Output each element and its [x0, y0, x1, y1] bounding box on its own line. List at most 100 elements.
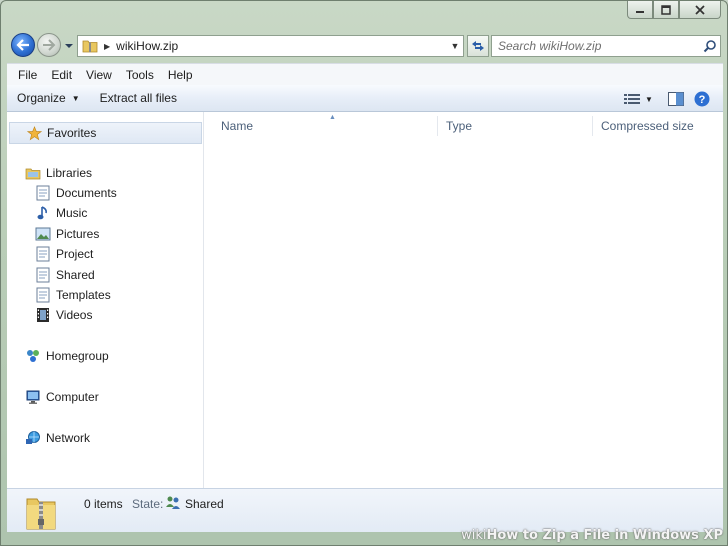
documents-icon: [35, 185, 51, 201]
search-input[interactable]: Search wikiHow.zip: [492, 39, 700, 53]
file-list: ▲ Name Type Compressed size: [205, 112, 723, 488]
column-type-label: Type: [446, 119, 473, 133]
menu-tools[interactable]: Tools: [119, 68, 161, 82]
organize-button[interactable]: Organize ▼: [7, 91, 90, 105]
shared-icon: [35, 267, 51, 283]
item-count: 0 items: [84, 497, 123, 511]
menu-file[interactable]: File: [11, 68, 44, 82]
state-value: Shared: [185, 497, 224, 511]
nav-pictures[interactable]: Pictures: [35, 224, 99, 244]
star-icon: [26, 125, 42, 141]
menu-help[interactable]: Help: [161, 68, 200, 82]
libraries-icon: [25, 165, 41, 181]
svg-text:?: ?: [699, 94, 706, 106]
nav-documents[interactable]: Documents: [35, 183, 117, 203]
nav-libraries[interactable]: Libraries: [25, 163, 92, 183]
menu-edit[interactable]: Edit: [44, 68, 79, 82]
nav-network[interactable]: Network: [25, 428, 90, 448]
explorer-window: ▶ wikiHow.zip ▼ Search wikiHow.zip File …: [0, 0, 728, 546]
preview-pane-icon: [668, 92, 684, 106]
details-pane: 0 items State: Shared: [7, 488, 723, 532]
nav-music-label: Music: [56, 206, 88, 220]
zip-folder-large-icon: [26, 498, 56, 530]
organize-label: Organize: [17, 91, 66, 105]
minimize-button[interactable]: [627, 1, 653, 19]
nav-homegroup-label: Homegroup: [46, 349, 109, 363]
refresh-icon: [472, 41, 484, 51]
view-options-button[interactable]: ▼: [643, 89, 655, 109]
menu-bar: File Edit View Tools Help: [7, 63, 723, 85]
nav-network-label: Network: [46, 431, 91, 445]
nav-project-label: Project: [56, 247, 94, 261]
arrow-right-icon: [43, 39, 56, 51]
nav-computer-label: Computer: [46, 390, 99, 404]
zip-folder-icon: [82, 40, 98, 53]
help-button[interactable]: ?: [691, 89, 713, 109]
nav-videos-label: Videos: [56, 308, 93, 322]
maximize-button[interactable]: [653, 1, 679, 19]
shared-users-icon: [166, 496, 180, 509]
column-type[interactable]: Type: [437, 116, 591, 136]
search-icon[interactable]: [700, 36, 720, 56]
view-controls: ▼ ?: [617, 89, 713, 109]
navigation-pane: Favorites Libraries Documents Music Pict…: [7, 112, 204, 488]
videos-icon: [35, 307, 51, 323]
recent-pages-button[interactable]: [64, 40, 74, 50]
content-area: Favorites Libraries Documents Music Pict…: [7, 112, 723, 488]
nav-homegroup[interactable]: Homegroup: [25, 346, 109, 366]
address-path[interactable]: wikiHow.zip: [116, 39, 447, 53]
state-label: State:: [132, 497, 164, 511]
nav-documents-label: Documents: [56, 186, 117, 200]
pictures-icon: [35, 226, 51, 242]
change-view-button[interactable]: [621, 89, 643, 109]
nav-templates[interactable]: Templates: [35, 285, 111, 305]
templates-icon: [35, 287, 51, 303]
help-icon: ?: [694, 91, 710, 107]
nav-favorites[interactable]: Favorites: [9, 122, 202, 144]
view-options-dropdown-icon: ▼: [645, 94, 653, 104]
nav-computer[interactable]: Computer: [25, 387, 99, 407]
nav-videos[interactable]: Videos: [35, 305, 92, 325]
nav-templates-label: Templates: [56, 288, 111, 302]
watermark: wikiHow to Zip a File in Windows XP: [461, 528, 723, 543]
organize-dropdown-icon: ▼: [71, 93, 80, 103]
watermark-text: How to Zip a File in Windows XP: [486, 528, 723, 543]
column-compressed-size-label: Compressed size: [601, 119, 694, 133]
search-box[interactable]: Search wikiHow.zip: [491, 35, 721, 57]
nav-libraries-label: Libraries: [46, 166, 93, 180]
nav-shared-label: Shared: [56, 268, 95, 282]
column-compressed-size[interactable]: Compressed size: [592, 116, 723, 136]
extract-all-label: Extract all files: [99, 91, 177, 105]
refresh-button[interactable]: [467, 35, 489, 57]
address-bar[interactable]: ▶ wikiHow.zip ▼: [77, 35, 464, 57]
sort-ascending-icon: ▲: [329, 114, 336, 121]
close-button[interactable]: [679, 1, 721, 19]
column-name-label: Name: [221, 119, 254, 133]
address-dropdown-icon[interactable]: ▼: [447, 41, 463, 51]
watermark-wiki: wiki: [461, 528, 487, 543]
minimize-icon: [636, 10, 644, 13]
computer-icon: [25, 389, 41, 405]
back-button[interactable]: [11, 33, 35, 57]
preview-pane-button[interactable]: [665, 89, 687, 109]
close-icon: [695, 4, 705, 15]
menu-view[interactable]: View: [79, 68, 119, 82]
extract-all-button[interactable]: Extract all files: [90, 91, 187, 105]
caption-buttons: [627, 1, 721, 19]
view-details-icon: [624, 94, 640, 104]
homegroup-icon: [25, 348, 41, 364]
forward-button[interactable]: [37, 33, 61, 57]
nav-project[interactable]: Project: [35, 244, 93, 264]
chevron-down-icon: [65, 44, 73, 48]
nav-favorites-label: Favorites: [47, 126, 97, 140]
column-name[interactable]: ▲ Name: [213, 114, 441, 136]
navigation-row: ▶ wikiHow.zip ▼ Search wikiHow.zip: [9, 31, 721, 59]
breadcrumb-arrow-icon[interactable]: ▶: [104, 42, 110, 51]
nav-shared[interactable]: Shared: [35, 265, 95, 285]
nav-pictures-label: Pictures: [56, 227, 100, 241]
music-icon: [35, 205, 51, 221]
network-icon: [25, 430, 41, 446]
arrow-left-icon: [16, 39, 29, 51]
command-bar: Organize ▼ Extract all files ▼ ?: [7, 85, 723, 112]
nav-music[interactable]: Music: [35, 203, 87, 223]
